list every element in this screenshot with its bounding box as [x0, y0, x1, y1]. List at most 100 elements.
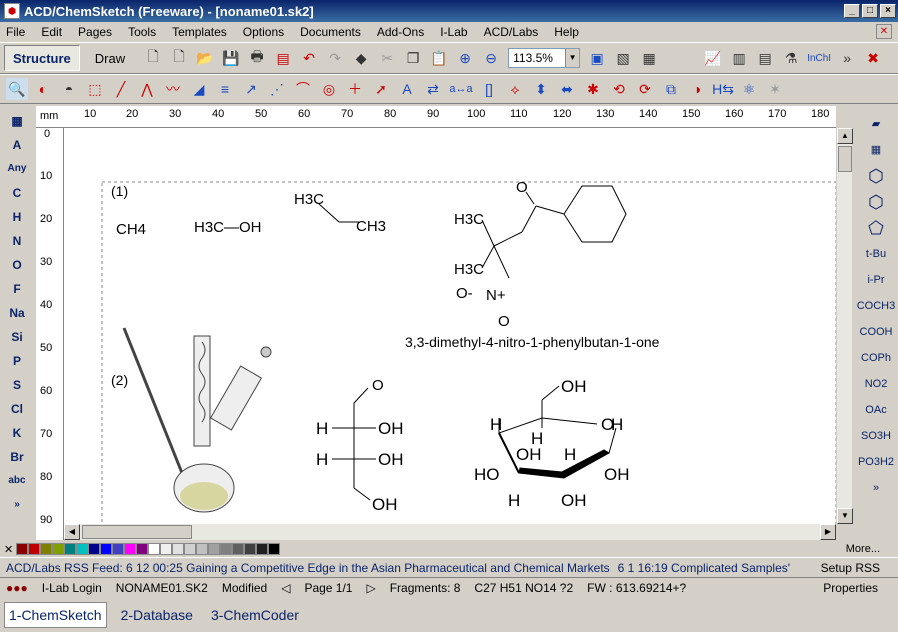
eraser-tool-icon[interactable]: ▰ [855, 111, 897, 137]
chain-icon[interactable]: ⋀ [136, 78, 158, 100]
new-page-icon[interactable]: 🗋 [142, 47, 164, 69]
zoom-select[interactable]: 113.5% ▼ [508, 48, 581, 68]
save-icon[interactable]: 💾 [220, 47, 242, 69]
dictionary-icon[interactable]: ▤ [754, 47, 776, 69]
rotate-icon[interactable]: ◐ [32, 78, 54, 100]
open-icon[interactable]: 📂 [194, 47, 216, 69]
3d-viewer-icon[interactable]: ⚛ [738, 78, 760, 100]
bond-type-icon[interactable]: ⌒ [292, 78, 314, 100]
plus-icon[interactable]: ＋ [344, 78, 366, 100]
minimize-button[interactable]: _ [844, 4, 860, 18]
horizontal-scrollbar[interactable]: ◀ ▶ [64, 524, 836, 540]
group-coch3[interactable]: COCH3 [855, 293, 897, 319]
element-k[interactable]: K [2, 421, 32, 445]
element-o[interactable]: O [2, 253, 32, 277]
paste-icon[interactable]: 📋 [428, 47, 450, 69]
group-ipr[interactable]: i-Pr [855, 267, 897, 293]
propane-h3c[interactable]: H3C [294, 191, 324, 208]
drawing-canvas[interactable]: (1) CH4 H3C—OH H3C CH3 H3C H3C O N+ O- O… [64, 128, 836, 524]
color-swatch[interactable] [52, 543, 64, 555]
group-so3h[interactable]: SO3H [855, 423, 897, 449]
properties-button[interactable]: Properties [823, 581, 878, 595]
draw-mode-button[interactable]: Draw [86, 45, 134, 71]
rss-feed-text-2[interactable]: 6 1 16:19 Complicated Samples' [618, 561, 798, 575]
color-swatch[interactable] [16, 543, 28, 555]
menu-options[interactable]: Options [243, 25, 284, 39]
page-next-icon[interactable]: ▷ [366, 581, 375, 595]
new-doc-icon[interactable]: 🗋 [168, 47, 190, 69]
group-coph[interactable]: COPh [855, 345, 897, 371]
menu-help[interactable]: Help [554, 25, 579, 39]
exit-icon[interactable]: ✖ [862, 47, 884, 69]
color-swatch[interactable] [112, 543, 124, 555]
scroll-right-icon[interactable]: ▶ [820, 524, 836, 540]
methane[interactable]: CH4 [116, 221, 146, 238]
cut-icon[interactable]: ✂ [376, 47, 398, 69]
menu-pages[interactable]: Pages [78, 25, 112, 39]
vertical-scrollbar[interactable]: ▲ ▼ [836, 128, 853, 524]
image2-icon[interactable]: ▦ [638, 47, 660, 69]
atom-label-icon[interactable]: A [396, 78, 418, 100]
pentagon-icon[interactable]: ⬠ [855, 215, 897, 241]
map-icon[interactable]: a↔a [448, 78, 474, 100]
menu-edit[interactable]: Edit [41, 25, 62, 39]
horizontal-scroll-thumb[interactable] [82, 525, 192, 539]
element-h[interactable]: H [2, 205, 32, 229]
setup-rss-button[interactable]: Setup RSS [821, 561, 880, 575]
color-swatch[interactable] [220, 543, 232, 555]
menu-tools[interactable]: Tools [128, 25, 156, 39]
hashed-bond-icon[interactable]: ≡ [214, 78, 236, 100]
grid-icon[interactable]: ▥ [728, 47, 750, 69]
image-icon[interactable]: ▧ [612, 47, 634, 69]
text-icon[interactable] [664, 47, 698, 69]
element-c[interactable]: C [2, 181, 32, 205]
pdf-icon[interactable]: ▤ [272, 47, 294, 69]
3d-optimize-icon[interactable]: ✱ [582, 78, 604, 100]
menu-file[interactable]: File [6, 25, 25, 39]
extra-tools-icon[interactable]: ✶ [764, 78, 786, 100]
page-prev-icon[interactable]: ◁ [281, 581, 290, 595]
copy-icon[interactable]: ❐ [402, 47, 424, 69]
no-color-icon[interactable]: ✕ [4, 543, 16, 556]
flask3d-icon[interactable]: ⚗ [780, 47, 802, 69]
scroll-down-icon[interactable]: ▼ [837, 508, 853, 524]
close-button[interactable]: × [880, 4, 896, 18]
methanol[interactable]: H3C—OH [194, 219, 262, 236]
periodic-table-icon[interactable]: ▦ [2, 109, 32, 133]
nitro-o-bottom[interactable]: O [498, 313, 510, 330]
print-icon[interactable]: 🖶 [246, 47, 268, 69]
group-cooh[interactable]: COOH [855, 319, 897, 345]
element-br[interactable]: Br [2, 445, 32, 469]
hydrogen-icon[interactable]: H⇆ [712, 78, 734, 100]
color-swatch[interactable] [172, 543, 184, 555]
maximize-button[interactable]: □ [862, 4, 878, 18]
cyclohexane-icon[interactable]: ⬡ [855, 189, 897, 215]
glyceraldehyde[interactable]: O H OH H OH OH [316, 377, 404, 514]
table-icon[interactable]: ▦ [855, 137, 897, 163]
select-icon[interactable]: 🔍 [6, 78, 28, 100]
reaction-arrow-icon[interactable]: ➚ [370, 78, 392, 100]
vertical-scroll-thumb[interactable] [838, 146, 852, 172]
template-icon[interactable]: ▣ [586, 47, 608, 69]
more-tools-icon[interactable]: » [836, 47, 858, 69]
tab-database[interactable]: 2-Database [117, 603, 197, 627]
doc-close-button[interactable]: ✕ [876, 24, 892, 39]
element-any[interactable]: Any [2, 157, 32, 181]
rotate-right-icon[interactable]: ⟳ [634, 78, 656, 100]
eraser-icon[interactable]: ◆ [350, 47, 372, 69]
charge-icon[interactable]: ◎ [318, 78, 340, 100]
inchi-icon[interactable]: InChI [806, 47, 832, 69]
nitro-o-minus[interactable]: O- [456, 285, 473, 302]
element-n[interactable]: N [2, 229, 32, 253]
nitro-n[interactable]: N+ [486, 287, 506, 304]
group-tbu[interactable]: t-Bu [855, 241, 897, 267]
color-swatch[interactable] [88, 543, 100, 555]
menu-add-ons[interactable]: Add-Ons [377, 25, 424, 39]
arrow-bond-icon[interactable]: ↗ [240, 78, 262, 100]
scroll-up-icon[interactable]: ▲ [837, 128, 853, 144]
glucose-chair[interactable]: OH H O H H OH OH H HO H OH [474, 377, 630, 510]
menu-documents[interactable]: Documents [300, 25, 361, 39]
bracket-icon[interactable]: [] [478, 78, 500, 100]
color-swatch[interactable] [28, 543, 40, 555]
tab-chemcoder[interactable]: 3-ChemCoder [207, 603, 303, 627]
